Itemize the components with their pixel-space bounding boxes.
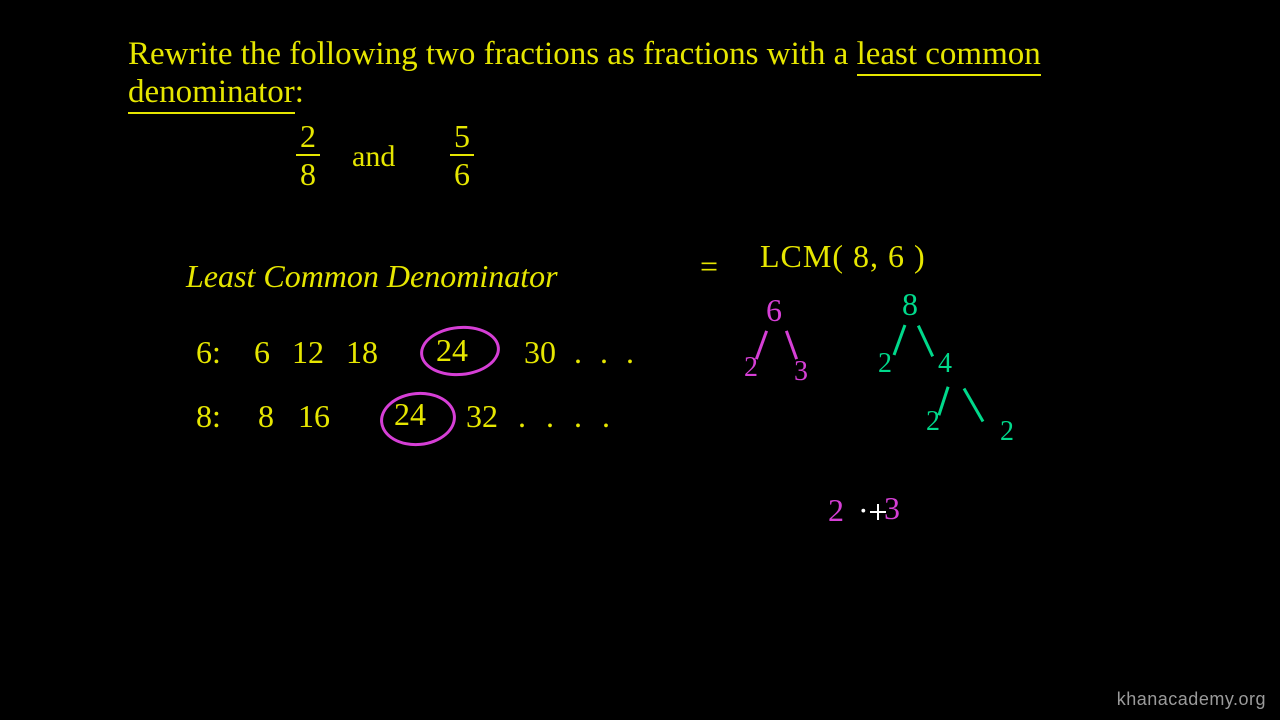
lcd-eq: =	[700, 248, 718, 285]
title-pre: Rewrite the following two fractions as f…	[128, 36, 857, 72]
eight-label: 8:	[196, 398, 221, 435]
problem-title-line1: Rewrite the following two fractions as f…	[128, 36, 1041, 74]
tree8-root: 8	[902, 286, 918, 323]
problem-title-line2: denominator:	[128, 74, 304, 112]
tree8-right: 4	[938, 348, 952, 380]
eight-rest: 32 . . . .	[466, 398, 610, 435]
fraction-b-den: 6	[450, 154, 474, 190]
tree8-branch-l	[893, 324, 907, 355]
watermark: khanacademy.org	[1117, 689, 1266, 710]
six-list: 6 12 18	[254, 334, 378, 371]
title-post: :	[295, 74, 304, 110]
tree8-left: 2	[878, 348, 892, 380]
lcd-label: Least Common Denominator	[186, 258, 558, 295]
tree6-right: 3	[794, 356, 808, 388]
tree6-left: 2	[744, 352, 758, 384]
tree8-r-left: 2	[926, 406, 940, 438]
lcd-rhs: LCM( 8, 6 )	[760, 238, 926, 275]
tree8-branch-rr	[963, 388, 985, 422]
title-emph2: denominator	[128, 74, 295, 114]
blackboard-canvas: Rewrite the following two fractions as f…	[0, 0, 1280, 720]
product-a: 2	[828, 492, 844, 529]
product-b: 3	[884, 490, 900, 527]
eight-list: 8 16	[258, 398, 330, 435]
six-label: 6:	[196, 334, 221, 371]
fraction-b: 5 6	[450, 120, 474, 190]
tree8-branch-r	[917, 325, 934, 357]
word-and: and	[352, 140, 395, 174]
circle-24-eight	[378, 389, 458, 449]
circle-24-six	[418, 323, 502, 380]
fraction-b-num: 5	[450, 120, 474, 154]
tree6-root: 6	[766, 292, 782, 329]
fraction-a-den: 8	[296, 154, 320, 190]
fraction-a-num: 2	[296, 120, 320, 154]
title-emph1: least common	[857, 36, 1041, 76]
tree8-r-right: 2	[1000, 416, 1014, 448]
fraction-a: 2 8	[296, 120, 320, 190]
product-dot: ·	[858, 492, 869, 529]
six-rest: 30 . . .	[524, 334, 634, 371]
